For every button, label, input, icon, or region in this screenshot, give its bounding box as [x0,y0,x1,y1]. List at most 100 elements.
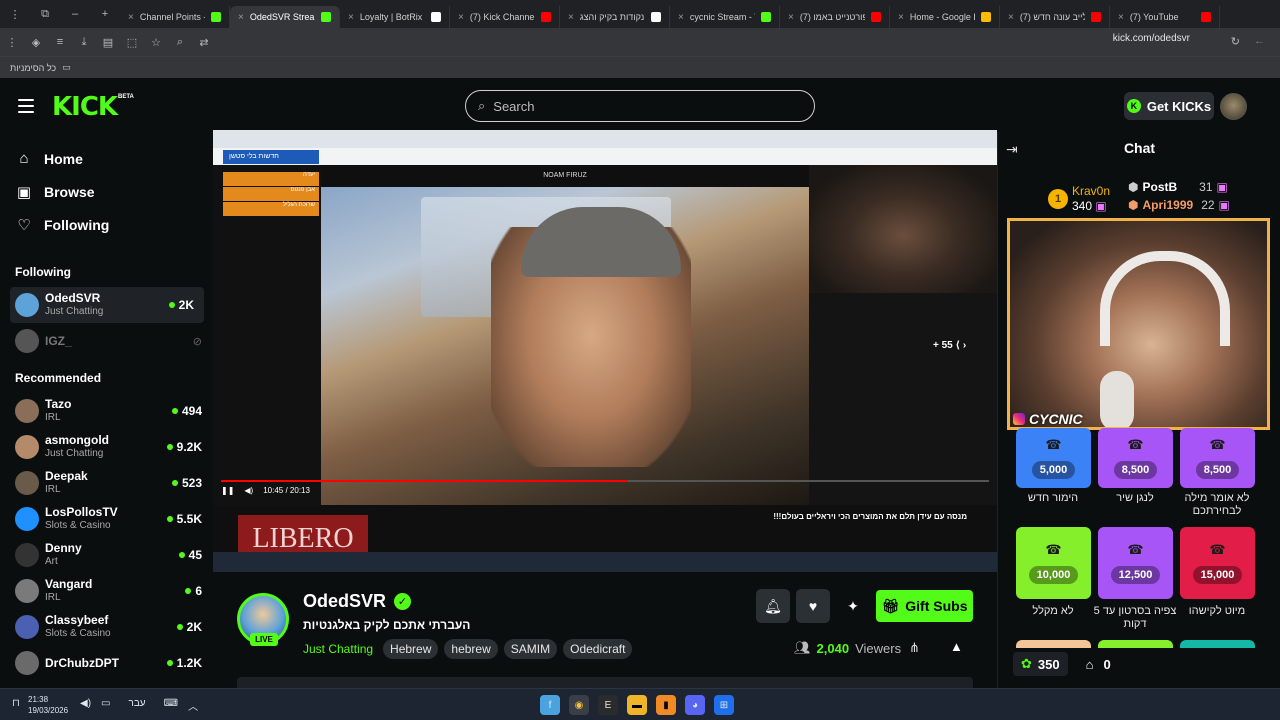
window-menu-icon[interactable]: ⋮ [0,8,30,21]
channel-name[interactable]: OdedSVR [303,591,386,612]
sidebar-channel[interactable]: LosPollosTV Slots & Casino 5.5K [0,501,212,537]
save-icon[interactable]: ▤ [96,36,120,49]
category-link[interactable]: Just Chatting [303,642,373,656]
pause-icon[interactable]: ❚❚ [221,486,234,495]
notifications-button[interactable]: 🔔︎ [756,589,790,623]
extension-icon[interactable]: ◈ [24,36,48,49]
star-icon[interactable]: ☆ [144,36,168,49]
gift-subs-button[interactable]: 🎁︎ Gift Subs [876,590,973,622]
sidebar-channel[interactable]: Tazo IRL 494 [0,393,212,429]
sidebar-channel[interactable]: Deepak IRL 523 [0,465,212,501]
back-icon[interactable]: ← [1254,35,1265,47]
close-tab-icon[interactable]: × [458,12,464,23]
sidebar-channel[interactable]: asmongold Just Chatting 9.2K [0,429,212,465]
reward-card[interactable]: ☎ 10,000 [1016,527,1091,599]
reward-card[interactable]: ☎ 8,500 [1098,428,1173,488]
follow-button[interactable]: ♥ [796,589,830,623]
browser-tab[interactable]: × (7) לייב עונה חדש [1000,6,1110,28]
search-input[interactable]: ⌕ Search [465,90,815,122]
minimize-icon[interactable]: – [60,8,90,20]
share-icon[interactable]: ⬚ [120,36,144,49]
sidebar-channel[interactable]: Denny Art 45 [0,537,212,573]
reward-card[interactable]: ☎ 5,000 [1016,428,1091,488]
close-tab-icon[interactable]: × [568,12,574,23]
bookmarks-folder-label[interactable]: כל הסימניות [10,63,56,73]
new-tab-icon[interactable]: + [90,8,120,20]
reload-icon[interactable]: ↻ [1231,35,1240,48]
stream-tag[interactable]: Odedicraft [563,639,633,659]
video-player[interactable]: חדשות בלי סטשן יעדה אבן פנטס שרוכת הגליל N… [213,130,997,572]
tray-chevron-icon[interactable]: ︿ [188,698,198,713]
leader-2-name[interactable]: PostB [1142,180,1177,194]
volume-icon[interactable]: ◀) [244,486,253,495]
stream-tag[interactable]: SAMIM [503,639,558,659]
browser-tab[interactable]: × OdedSVR Stream [230,6,340,28]
close-tab-icon[interactable]: × [678,12,684,23]
sidebar-channel[interactable]: DrChubzDPT 1.2K [0,645,212,681]
nav-browse[interactable]: ▣ Browse [0,175,212,208]
network-icon[interactable]: ▭ [101,698,110,713]
browser-tab[interactable]: × (7) Kick Channel p [450,6,560,28]
clock[interactable]: 21:38 19/03/2026 [28,694,68,716]
channel-name: Vangard [45,577,93,591]
reward-card-partial[interactable] [1180,640,1255,648]
nav-following[interactable]: ♡ Following [0,208,212,241]
video-progress-bar[interactable] [221,480,989,482]
stream-tag[interactable]: hebrew [444,639,498,659]
browser-tab[interactable]: × Channel Points - [120,6,230,28]
file-explorer-icon[interactable]: ▬ [627,695,647,715]
browser-tab[interactable]: × (7) פורטנייט באמו [780,6,890,28]
leader-3-name[interactable]: Apri1999 [1142,198,1193,212]
share-icon[interactable]: ⋔ [909,640,920,656]
tab-search-icon[interactable]: ⧉ [30,8,60,21]
app-f-icon[interactable]: f [540,695,560,715]
user-avatar[interactable] [1220,93,1247,120]
gift-box-icon[interactable]: ⌂ [1086,657,1094,672]
stream-tag[interactable]: Hebrew [383,639,439,659]
sidebar-channel[interactable]: OdedSVR Just Chatting 2K [10,287,204,323]
reward-card[interactable]: ☎ 12,500 [1098,527,1173,599]
sparkle-button[interactable]: ✦ [836,589,870,623]
browser-tab[interactable]: × Home - Google D [890,6,1000,28]
close-tab-icon[interactable]: × [1008,12,1014,23]
reward-card-partial[interactable] [1016,640,1091,648]
channel-points[interactable]: ✿ 350 [1013,652,1068,676]
sidebar-channel[interactable]: Vangard IRL 6 [0,573,212,609]
close-tab-icon[interactable]: × [788,12,794,23]
list-icon[interactable]: ≡ [48,36,72,48]
speaker-icon[interactable]: ◀) [80,698,91,713]
sidebar-channel[interactable]: IGZ_ ⊘ [0,323,212,359]
close-tab-icon[interactable]: × [348,12,354,23]
discord-icon[interactable]: ◕ [685,695,705,715]
epic-icon[interactable]: E [598,695,618,715]
translate-icon[interactable]: ⇄ [192,36,216,49]
kick-logo[interactable]: KICK [52,92,118,122]
browser-tab[interactable]: × cycnic Stream - V [670,6,780,28]
zoom-icon[interactable]: ⌕ [168,36,192,49]
leader-1-name[interactable]: Krav0n [1072,184,1110,198]
browser-tab[interactable]: × Loyalty | BotRix - [340,6,450,28]
sidebar-channel[interactable]: Classybeef Slots & Casino 2K [0,609,212,645]
browser-tab[interactable]: × נקודות בקיק והצג [560,6,670,28]
address-bar[interactable]: kick.com/odedsvr [1113,33,1190,44]
close-tab-icon[interactable]: × [898,12,904,23]
reward-card[interactable]: ☎ 15,000 [1180,527,1255,599]
chrome-icon[interactable]: ◉ [569,695,589,715]
lang-indicator[interactable]: עבר [128,698,145,713]
close-tab-icon[interactable]: × [1118,12,1124,23]
nav-home[interactable]: ⌂ Home [0,142,212,175]
report-icon[interactable]: ▲ [950,639,963,654]
download-icon[interactable]: ⤓ [72,36,96,49]
close-tab-icon[interactable]: × [128,12,134,23]
hamburger-icon[interactable] [18,99,34,113]
keyboard-icon[interactable]: ⌨ [164,698,178,713]
reward-card-partial[interactable] [1098,640,1173,648]
start-icon[interactable]: ⊞ [714,695,734,715]
browser-tab[interactable]: × (7) YouTube [1110,6,1220,28]
menu-icon[interactable]: ⋮ [0,36,24,49]
widgets-icon[interactable]: ⊓ [12,698,20,709]
reward-card[interactable]: ☎ 8,500 [1180,428,1255,488]
close-tab-icon[interactable]: × [238,12,244,23]
files-icon[interactable]: ▮ [656,695,676,715]
get-kicks-button[interactable]: K Get KICKs [1124,92,1214,120]
